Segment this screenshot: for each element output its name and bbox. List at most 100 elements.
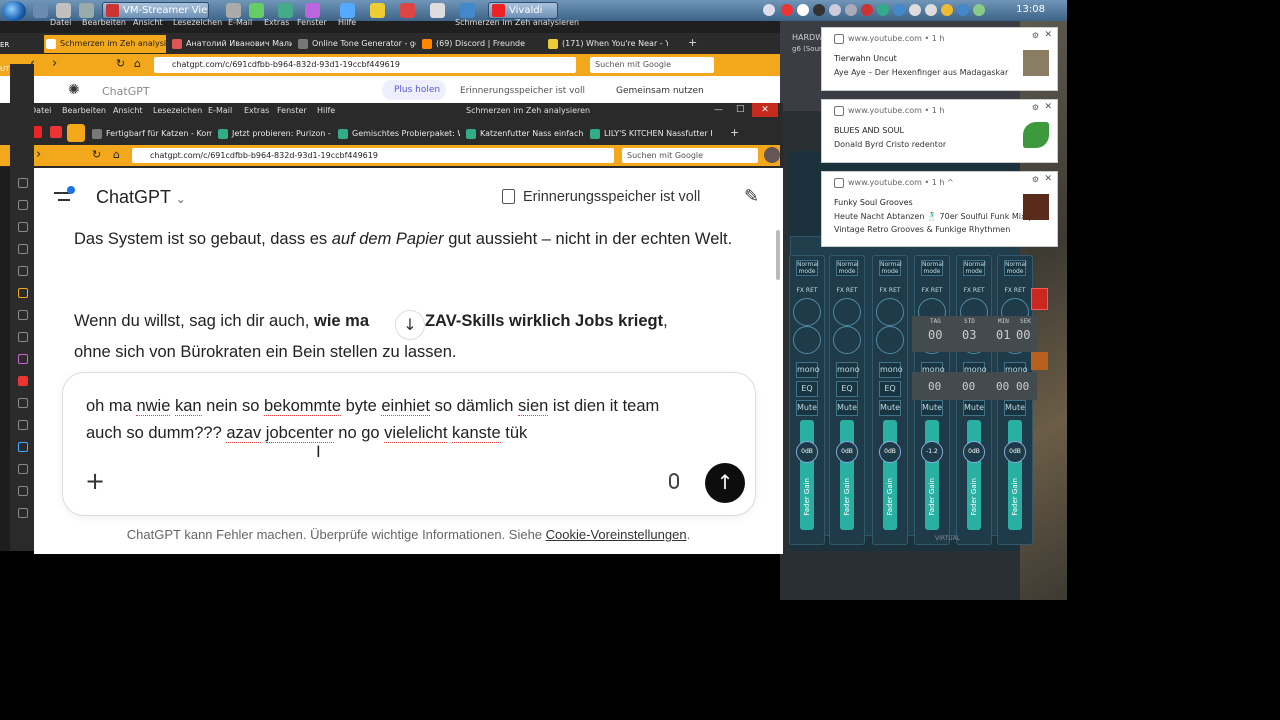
avatar[interactable]	[764, 147, 780, 163]
app-icon[interactable]	[340, 3, 355, 18]
mute-button[interactable]: Mute	[1004, 400, 1026, 416]
taskbar-task-vm-streamer[interactable]: VM-Streamer View (...	[102, 2, 209, 19]
tray-icon[interactable]	[763, 4, 775, 16]
reload-icon[interactable]: ↻	[116, 57, 125, 70]
gear-icon[interactable]: ⚙	[1032, 103, 1039, 112]
knob[interactable]	[793, 326, 821, 354]
fader-knob[interactable]: 0dB	[1004, 441, 1026, 463]
new-chat-icon[interactable]: ✎	[744, 186, 759, 207]
message-composer[interactable]: oh ma nwie kan nein so bekommte byte ein…	[62, 372, 756, 516]
mute-button[interactable]: Mute	[963, 400, 985, 416]
forward-icon[interactable]: ›	[36, 147, 41, 162]
close-icon[interactable]: ✕	[752, 103, 778, 117]
tray-icon[interactable]	[957, 4, 969, 16]
reading-list-icon[interactable]	[18, 200, 28, 210]
app-icon[interactable]	[33, 3, 48, 18]
panel-icon[interactable]	[18, 442, 28, 452]
mute-button[interactable]: Mute	[879, 400, 901, 416]
menu-item[interactable]: E-Mail	[208, 106, 232, 115]
address-bar[interactable]: chatgpt.com/c/691cdfbb-b964-832d-93d1-19…	[154, 57, 576, 73]
fader-knob[interactable]: -1.2	[921, 441, 943, 463]
knob[interactable]	[876, 326, 904, 354]
mute-button[interactable]: Mute	[921, 400, 943, 416]
mode-button[interactable]: Normal mode	[836, 260, 859, 276]
mono-button[interactable]: mono	[879, 362, 903, 378]
tray-icon[interactable]	[845, 4, 857, 16]
eq-button[interactable]: EQ	[836, 381, 858, 397]
new-tab-icon[interactable]: +	[730, 126, 739, 139]
menu-item[interactable]: Lesezeichen	[173, 18, 222, 27]
menu-item[interactable]: Bearbeiten	[82, 18, 126, 27]
add-attachment-icon[interactable]: +	[85, 469, 105, 493]
tab[interactable]: Gemischtes Probierpaket: W	[336, 125, 460, 143]
app-icon[interactable]	[79, 3, 94, 18]
menu-item[interactable]: Extras	[264, 18, 289, 27]
mode-button[interactable]: Normal mode	[921, 260, 944, 276]
app-icon[interactable]	[249, 3, 264, 18]
panel-icon[interactable]	[18, 420, 28, 430]
start-button[interactable]	[2, 1, 26, 21]
tab[interactable]: Анатолий Иванович Мали	[170, 35, 292, 53]
notification-card[interactable]: www.youtube.com • 1 h ⚙ ✕ Tierwahn Uncut …	[821, 27, 1058, 91]
tray-icon[interactable]	[973, 4, 985, 16]
mono-button[interactable]: mono	[796, 362, 820, 378]
mode-button[interactable]: Normal mode	[879, 260, 902, 276]
tab-active[interactable]	[67, 124, 85, 142]
home-icon[interactable]: ⌂	[134, 57, 141, 70]
panel-icon[interactable]	[18, 398, 28, 408]
knob[interactable]	[876, 298, 904, 326]
mono-button[interactable]: mono	[836, 362, 860, 378]
tab[interactable]: Fertigbarf für Katzen - Komp	[90, 125, 212, 143]
tab[interactable]: (171) When You're Near - Yo	[546, 35, 668, 53]
menu-item[interactable]: Ansicht	[133, 18, 163, 27]
gear-icon[interactable]: ⚙	[1032, 175, 1039, 184]
maximize-icon[interactable]: □	[736, 104, 745, 114]
app-icon[interactable]	[278, 3, 293, 18]
menu-item[interactable]: Hilfe	[317, 106, 335, 115]
notification-card[interactable]: www.youtube.com • 1 h ⚙ ✕ BLUES AND SOUL …	[821, 99, 1058, 163]
feed-icon[interactable]	[18, 332, 28, 342]
calendar-icon[interactable]	[18, 310, 28, 320]
menu-item[interactable]: Bearbeiten	[62, 106, 106, 115]
history-icon[interactable]	[18, 244, 28, 254]
tab[interactable]: Online Tone Generator - ge	[296, 35, 416, 53]
composer-input[interactable]: oh ma nwie kan nein so bekommte byte ein…	[86, 393, 736, 447]
bookmark-icon[interactable]	[18, 178, 28, 188]
vivaldi-panel-icon[interactable]	[18, 376, 28, 386]
mode-button[interactable]: Normal mode	[963, 260, 986, 276]
app-icon[interactable]	[430, 3, 445, 18]
tray-icon[interactable]	[877, 4, 889, 16]
tray-icon[interactable]	[893, 4, 905, 16]
menu-item[interactable]: Extras	[244, 106, 269, 115]
forward-icon[interactable]: ›	[52, 56, 57, 71]
settings-icon[interactable]	[18, 508, 28, 518]
download-icon[interactable]	[18, 222, 28, 232]
knob[interactable]	[833, 298, 861, 326]
tab[interactable]: (69) Discord | Freunde	[420, 35, 544, 53]
app-icon[interactable]	[370, 3, 385, 18]
mastodon-icon[interactable]	[18, 354, 28, 364]
notes-icon[interactable]	[18, 266, 28, 276]
eq-button[interactable]: EQ	[796, 381, 818, 397]
app-icon[interactable]	[56, 3, 71, 18]
mute-button[interactable]: Mute	[796, 400, 818, 416]
tray-icon[interactable]	[797, 4, 809, 16]
menu-item[interactable]: Ansicht	[113, 106, 143, 115]
search-field[interactable]: Suchen mit Google	[622, 148, 758, 163]
close-icon[interactable]: ✕	[1044, 30, 1052, 40]
tray-icon[interactable]	[909, 4, 921, 16]
reload-icon[interactable]: ↻	[92, 148, 101, 161]
knob[interactable]	[833, 326, 861, 354]
tab-icon[interactable]	[50, 126, 62, 138]
menu-item[interactable]: Fenster	[277, 106, 307, 115]
close-icon[interactable]: ✕	[1044, 102, 1052, 112]
tray-icon[interactable]	[829, 4, 841, 16]
speaker-icon[interactable]	[781, 4, 793, 16]
send-button[interactable]: ↑	[705, 463, 745, 503]
taskbar-task-vivaldi[interactable]: Vivaldi	[488, 2, 558, 19]
gear-icon[interactable]: ⚙	[1032, 31, 1039, 40]
tab[interactable]: LILY'S KITCHEN Nassfutter K	[588, 125, 712, 143]
plus-button[interactable]: Plus holen	[382, 80, 447, 100]
fader-knob[interactable]: 0dB	[836, 441, 858, 463]
app-icon[interactable]	[460, 3, 475, 18]
